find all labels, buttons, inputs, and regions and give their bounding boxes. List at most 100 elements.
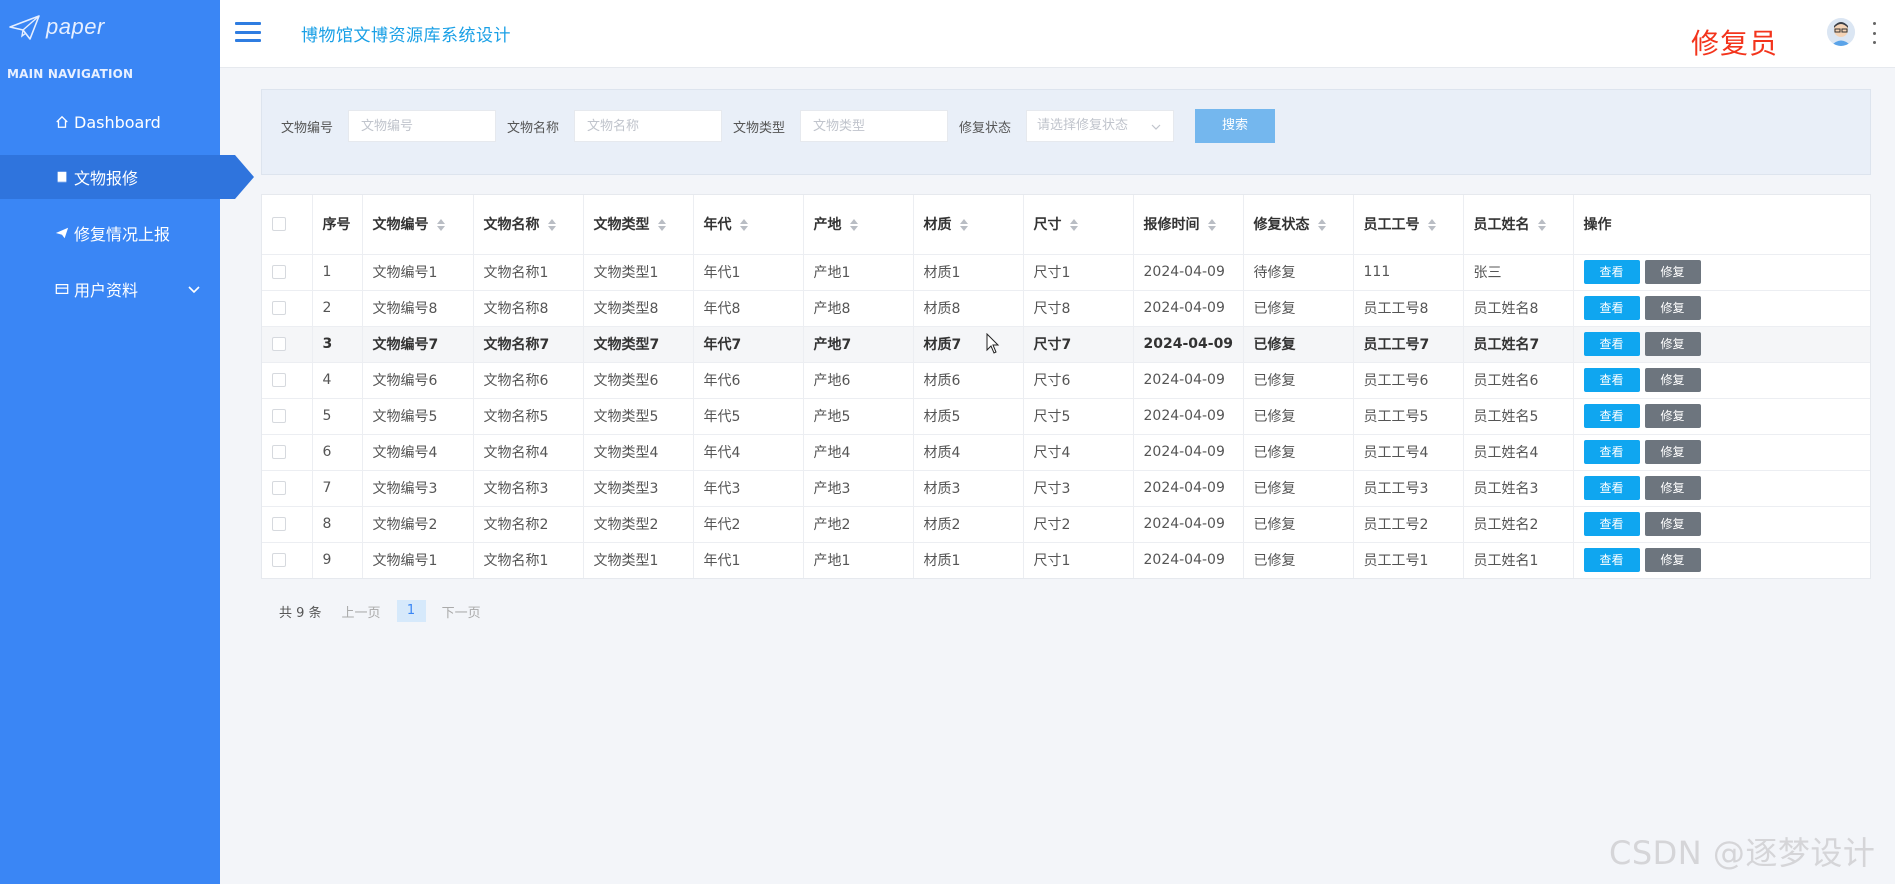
column-header[interactable]: 员工姓名 — [1463, 195, 1574, 255]
view-button[interactable]: 查看 — [1583, 296, 1640, 320]
row-select-cell — [262, 362, 313, 399]
cell-time: 2024-04-09 — [1133, 326, 1244, 363]
app-logo[interactable]: paper — [8, 12, 105, 42]
row-checkbox[interactable] — [272, 373, 286, 387]
cell-type: 文物类型3 — [583, 470, 694, 507]
table-row[interactable]: 2 文物编号8 文物名称8 文物类型8 年代8 产地8 材质8 尺寸8 2024-04-09 已修… — [262, 290, 1870, 327]
sidebar-item-artifact-repair[interactable]: 文物报修 — [0, 155, 254, 199]
cell-origin: 产地3 — [803, 470, 914, 507]
row-checkbox[interactable] — [272, 517, 286, 531]
sort-icon[interactable] — [1537, 219, 1546, 232]
cell-status: 已修复 — [1243, 290, 1354, 327]
view-button[interactable]: 查看 — [1583, 332, 1640, 356]
sort-icon[interactable] — [1317, 219, 1326, 232]
view-button[interactable]: 查看 — [1583, 440, 1640, 464]
cell-emp-no: 员工工号5 — [1353, 398, 1464, 435]
table-row[interactable]: 8 文物编号2 文物名称2 文物类型2 年代2 产地2 材质2 尺寸2 2024-04-09 已修… — [262, 506, 1870, 543]
artifact-name-input[interactable] — [574, 110, 722, 142]
repair-status-select[interactable]: 请选择修复状态 — [1026, 110, 1174, 142]
column-header[interactable]: 文物名称 — [473, 195, 584, 255]
row-checkbox[interactable] — [272, 445, 286, 459]
repair-button[interactable]: 修复 — [1644, 404, 1701, 428]
watermark: CSDN @逐梦设计 — [1609, 834, 1876, 872]
table-row[interactable]: 4 文物编号6 文物名称6 文物类型6 年代6 产地6 材质6 尺寸6 2024-04-09 已修… — [262, 362, 1870, 399]
row-checkbox[interactable] — [272, 409, 286, 423]
table-row[interactable]: 5 文物编号5 文物名称5 文物类型5 年代5 产地5 材质5 尺寸5 2024-04-09 已修… — [262, 398, 1870, 435]
cell-actions: 查看 修复 — [1573, 470, 1870, 507]
page-number-current[interactable]: 1 — [396, 600, 426, 622]
menu-toggle-icon[interactable] — [235, 20, 261, 44]
row-checkbox[interactable] — [272, 301, 286, 315]
table-row[interactable]: 7 文物编号3 文物名称3 文物类型3 年代3 产地3 材质3 尺寸3 2024-04-09 已修… — [262, 470, 1870, 507]
cell-emp-name: 张三 — [1463, 254, 1574, 291]
select-all-cell — [262, 195, 313, 255]
column-header[interactable]: 年代 — [693, 195, 804, 255]
table-row[interactable]: 6 文物编号4 文物名称4 文物类型4 年代4 产地4 材质4 尺寸4 2024-04-09 已修… — [262, 434, 1870, 471]
column-header[interactable]: 文物类型 — [583, 195, 694, 255]
view-button[interactable]: 查看 — [1583, 548, 1640, 573]
user-avatar[interactable] — [1827, 18, 1855, 46]
pagination-total: 共 9 条 — [279, 605, 322, 621]
cell-code: 文物编号6 — [362, 362, 474, 399]
cell-actions: 查看 修复 — [1573, 290, 1870, 327]
repair-button[interactable]: 修复 — [1644, 368, 1701, 392]
repair-button[interactable]: 修复 — [1644, 476, 1701, 500]
sort-icon[interactable] — [1427, 219, 1436, 232]
table-row[interactable]: 1 文物编号1 文物名称1 文物类型1 年代1 产地1 材质1 尺寸1 2024-04-09 待修… — [262, 254, 1870, 291]
search-button[interactable]: 搜索 — [1195, 109, 1275, 143]
repair-button[interactable]: 修复 — [1644, 296, 1701, 320]
cell-era: 年代5 — [693, 398, 804, 435]
view-button[interactable]: 查看 — [1583, 476, 1640, 500]
row-checkbox[interactable] — [272, 265, 286, 279]
table-row[interactable]: 3 文物编号7 文物名称7 文物类型7 年代7 产地7 材质7 尺寸7 2024-04-09 已修… — [262, 326, 1870, 363]
sort-icon[interactable] — [849, 219, 858, 232]
user-role: 修复员 — [1691, 27, 1779, 60]
prev-page-link[interactable]: 上一页 — [342, 602, 381, 621]
sort-icon[interactable] — [657, 219, 666, 232]
view-button[interactable]: 查看 — [1583, 368, 1640, 392]
cell-emp-name: 员工姓名7 — [1463, 326, 1574, 363]
sort-icon[interactable] — [1207, 219, 1216, 232]
column-header[interactable]: 文物编号 — [362, 195, 474, 255]
cell-type: 文物类型2 — [583, 506, 694, 543]
cell-era: 年代7 — [693, 326, 804, 363]
repair-button[interactable]: 修复 — [1644, 512, 1701, 536]
select-all-checkbox[interactable] — [272, 217, 286, 232]
view-button[interactable]: 查看 — [1583, 404, 1640, 428]
sort-icon[interactable] — [436, 219, 445, 232]
repair-button[interactable]: 修复 — [1644, 332, 1701, 356]
cell-name: 文物名称1 — [473, 254, 584, 291]
cell-actions: 查看 修复 — [1573, 398, 1870, 435]
row-checkbox[interactable] — [272, 553, 286, 568]
cell-material: 材质4 — [913, 434, 1024, 471]
artifact-code-input[interactable] — [348, 110, 496, 142]
view-button[interactable]: 查看 — [1583, 260, 1640, 284]
sort-icon[interactable] — [739, 219, 748, 232]
artifact-type-input[interactable] — [800, 110, 948, 142]
row-checkbox[interactable] — [272, 337, 286, 351]
sidebar-item-user-profile[interactable]: 用户资料 — [0, 267, 220, 311]
column-header[interactable]: 产地 — [803, 195, 914, 255]
row-select-cell — [262, 434, 313, 471]
more-options-icon[interactable] — [1870, 22, 1878, 44]
column-header[interactable]: 尺寸 — [1023, 195, 1134, 255]
column-header[interactable]: 报修时间 — [1133, 195, 1244, 255]
repair-button[interactable]: 修复 — [1644, 440, 1701, 464]
sidebar-item-repair-report[interactable]: 修复情况上报 — [0, 211, 220, 255]
row-select-cell — [262, 506, 313, 543]
cell-emp-no: 员工工号3 — [1353, 470, 1464, 507]
sort-icon[interactable] — [1069, 219, 1078, 232]
sort-icon[interactable] — [547, 219, 556, 232]
column-header[interactable]: 修复状态 — [1243, 195, 1354, 255]
column-header[interactable]: 员工工号 — [1353, 195, 1464, 255]
column-header[interactable]: 材质 — [913, 195, 1024, 255]
repair-button[interactable]: 修复 — [1644, 260, 1701, 284]
view-button[interactable]: 查看 — [1583, 512, 1640, 536]
next-page-link[interactable]: 下一页 — [442, 602, 481, 621]
table-row[interactable]: 9 文物编号1 文物名称1 文物类型1 年代1 产地1 材质1 尺寸1 2024-04-09 已修… — [262, 542, 1870, 578]
sidebar-item-dashboard[interactable]: Dashboard — [0, 100, 220, 144]
row-checkbox[interactable] — [272, 481, 286, 495]
cell-code: 文物编号8 — [362, 290, 474, 327]
sort-icon[interactable] — [959, 219, 968, 232]
repair-button[interactable]: 修复 — [1644, 548, 1701, 573]
